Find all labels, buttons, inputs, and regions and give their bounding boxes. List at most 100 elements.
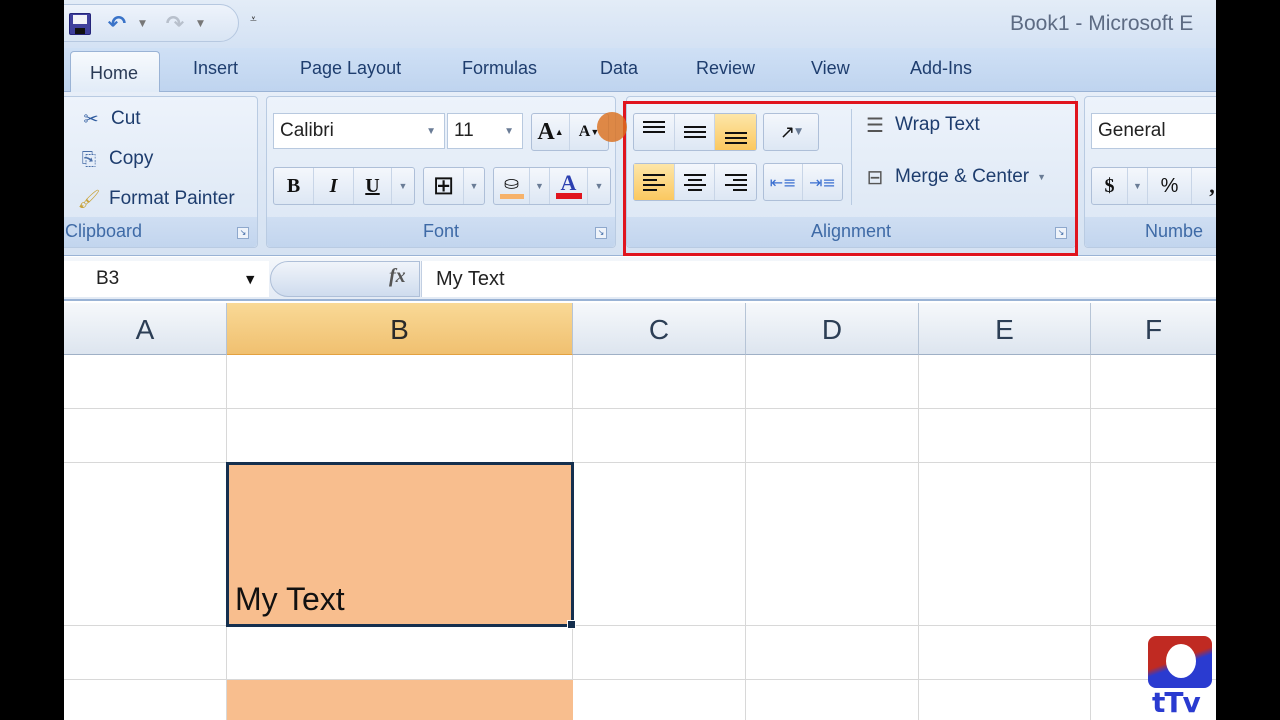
clipboard-group: ✂ Cut ⎘ Copy 🖌 Format Painter Clipboard … [64, 96, 258, 248]
font-size-select[interactable]: 11 ▼ [447, 113, 523, 149]
font-color-icon: A [560, 170, 577, 195]
column-header-c[interactable]: C [573, 303, 746, 355]
merge-center-icon: ⊟ [866, 166, 884, 189]
align-right-icon [724, 173, 747, 191]
font-style-buttons: B I U ▼ [273, 167, 415, 205]
cell-b3-active[interactable]: My Text [226, 462, 574, 627]
redo-dropdown-icon[interactable]: ▼ [197, 19, 204, 29]
tab-page-layout[interactable]: Page Layout [300, 58, 401, 79]
cell-b5[interactable] [227, 680, 573, 720]
tab-formulas[interactable]: Formulas [462, 58, 537, 79]
chevron-down-icon: ▼ [594, 181, 604, 191]
excel-window: ↶ ▼ ↷ ▼ ⩡ Book1 - Microsoft E Home Inser… [64, 0, 1216, 720]
underline-button[interactable]: U [354, 168, 392, 204]
wrap-text-button[interactable]: ☰ Wrap Text [863, 113, 980, 137]
bold-button[interactable]: B [274, 168, 314, 204]
undo-icon[interactable]: ↶ [105, 12, 129, 37]
column-header-e[interactable]: E [919, 303, 1091, 355]
column-header-d[interactable]: D [746, 303, 919, 355]
fill-color-button[interactable]: ⛀ [494, 168, 530, 204]
name-box-dropdown-icon[interactable]: ▼ [246, 273, 254, 286]
indent-buttons: ⇤≡ ⇥≡ [763, 163, 843, 201]
font-launcher-icon[interactable]: ↘ [595, 227, 607, 239]
ribbon: ✂ Cut ⎘ Copy 🖌 Format Painter Clipboard … [64, 92, 1216, 256]
bottom-align-button[interactable] [715, 114, 756, 150]
middle-align-icon [683, 126, 706, 138]
top-align-button[interactable] [634, 114, 675, 150]
align-center-button[interactable] [675, 164, 716, 200]
tab-view[interactable]: View [811, 58, 850, 79]
fill-color-dropdown[interactable]: ▼ [530, 168, 550, 204]
currency-dropdown[interactable]: ▼ [1128, 168, 1148, 204]
ribbon-tabs: Home Insert Page Layout Formulas Data Re… [64, 48, 1216, 93]
chevron-down-icon: ▼ [398, 181, 408, 191]
alignment-launcher-icon[interactable]: ↘ [1055, 227, 1067, 239]
tab-add-ins[interactable]: Add-Ins [910, 58, 972, 79]
align-right-button[interactable] [715, 164, 756, 200]
tab-home[interactable]: Home [70, 51, 160, 93]
number-format-select[interactable]: General [1091, 113, 1216, 149]
underline-dropdown[interactable]: ▼ [392, 168, 414, 204]
font-group: Calibri ▼ 11 ▼ A ▲ A ▼ B I U ▼ ⊞ ▼ ⛀ ▼ A… [266, 96, 616, 248]
decrease-indent-icon[interactable]: ⇤≡ [764, 164, 804, 200]
orientation-button[interactable]: ↗ ▼ [763, 113, 819, 151]
customize-qat-icon[interactable]: ⩡ [250, 12, 257, 27]
tab-review[interactable]: Review [696, 58, 755, 79]
bottom-align-icon [724, 132, 747, 144]
middle-align-button[interactable] [675, 114, 716, 150]
scissors-icon: ✂ [83, 108, 99, 129]
paint-bucket-icon: ⛀ [503, 173, 520, 194]
insert-function-icon[interactable]: fx [389, 265, 406, 288]
format-painter-button[interactable]: 🖌 Format Painter [77, 187, 235, 211]
grow-font-button[interactable]: A ▲ [532, 114, 570, 150]
tab-data[interactable]: Data [600, 58, 638, 79]
font-name-value: Calibri [280, 120, 334, 141]
name-box[interactable]: B3 [64, 261, 269, 297]
column-header-b[interactable]: B [227, 303, 573, 355]
column-header-a[interactable]: A [64, 303, 227, 355]
borders-icon[interactable]: ⊞ [424, 168, 464, 204]
number-format-value: General [1098, 120, 1166, 141]
copy-button[interactable]: ⎘ Copy [77, 147, 154, 171]
save-icon[interactable] [69, 13, 91, 35]
font-color-dropdown[interactable]: ▼ [588, 168, 610, 204]
chevron-down-icon: ▼ [504, 126, 514, 137]
increase-indent-icon[interactable]: ⇥≡ [803, 164, 842, 200]
wrap-text-label: Wrap Text [895, 114, 980, 135]
top-align-icon [642, 121, 665, 133]
cut-button[interactable]: ✂ Cut [79, 107, 140, 131]
tab-insert[interactable]: Insert [193, 58, 238, 79]
fill-handle[interactable] [567, 620, 576, 629]
currency-button[interactable]: $ [1092, 168, 1128, 204]
align-left-icon [642, 173, 665, 191]
font-size-value: 11 [454, 120, 474, 141]
text-orientation-icon: ↗ ▼ [779, 121, 802, 143]
horizontal-align-buttons [633, 163, 757, 201]
font-name-select[interactable]: Calibri ▼ [273, 113, 445, 149]
letterbox-right [1216, 0, 1280, 720]
align-left-button[interactable] [634, 164, 675, 200]
ttv-logo: tTv [1148, 636, 1212, 720]
chevron-down-icon: ▼ [1037, 172, 1047, 182]
fill-color-swatch [499, 194, 524, 199]
row-gridline [64, 408, 1216, 409]
column-header-f[interactable]: F [1091, 303, 1216, 355]
merge-center-button[interactable]: ⊟ Merge & Center ▼ [863, 165, 1046, 189]
number-group: General $ ▼ % , Numbe [1084, 96, 1216, 248]
percent-button[interactable]: % [1148, 168, 1192, 204]
play-logo-icon [1148, 636, 1212, 688]
merge-center-label: Merge & Center [895, 166, 1030, 187]
comma-button[interactable]: , [1192, 168, 1216, 204]
font-color-button[interactable]: A [550, 168, 588, 204]
font-group-label: Font [267, 217, 615, 247]
letterbox-left [0, 0, 64, 720]
clipboard-launcher-icon[interactable]: ↘ [237, 227, 249, 239]
alignment-divider [851, 109, 852, 205]
formula-input[interactable]: My Text [421, 261, 1216, 297]
alignment-group: ↗ ▼ ⇤≡ ⇥≡ ☰ Wrap Text ⊟ Merge & Center ▼… [626, 96, 1076, 248]
copy-label: Copy [109, 148, 154, 169]
redo-icon[interactable]: ↷ [163, 12, 187, 37]
borders-dropdown[interactable]: ▼ [464, 168, 484, 204]
italic-button[interactable]: I [314, 168, 354, 204]
undo-dropdown-icon[interactable]: ▼ [139, 19, 146, 29]
